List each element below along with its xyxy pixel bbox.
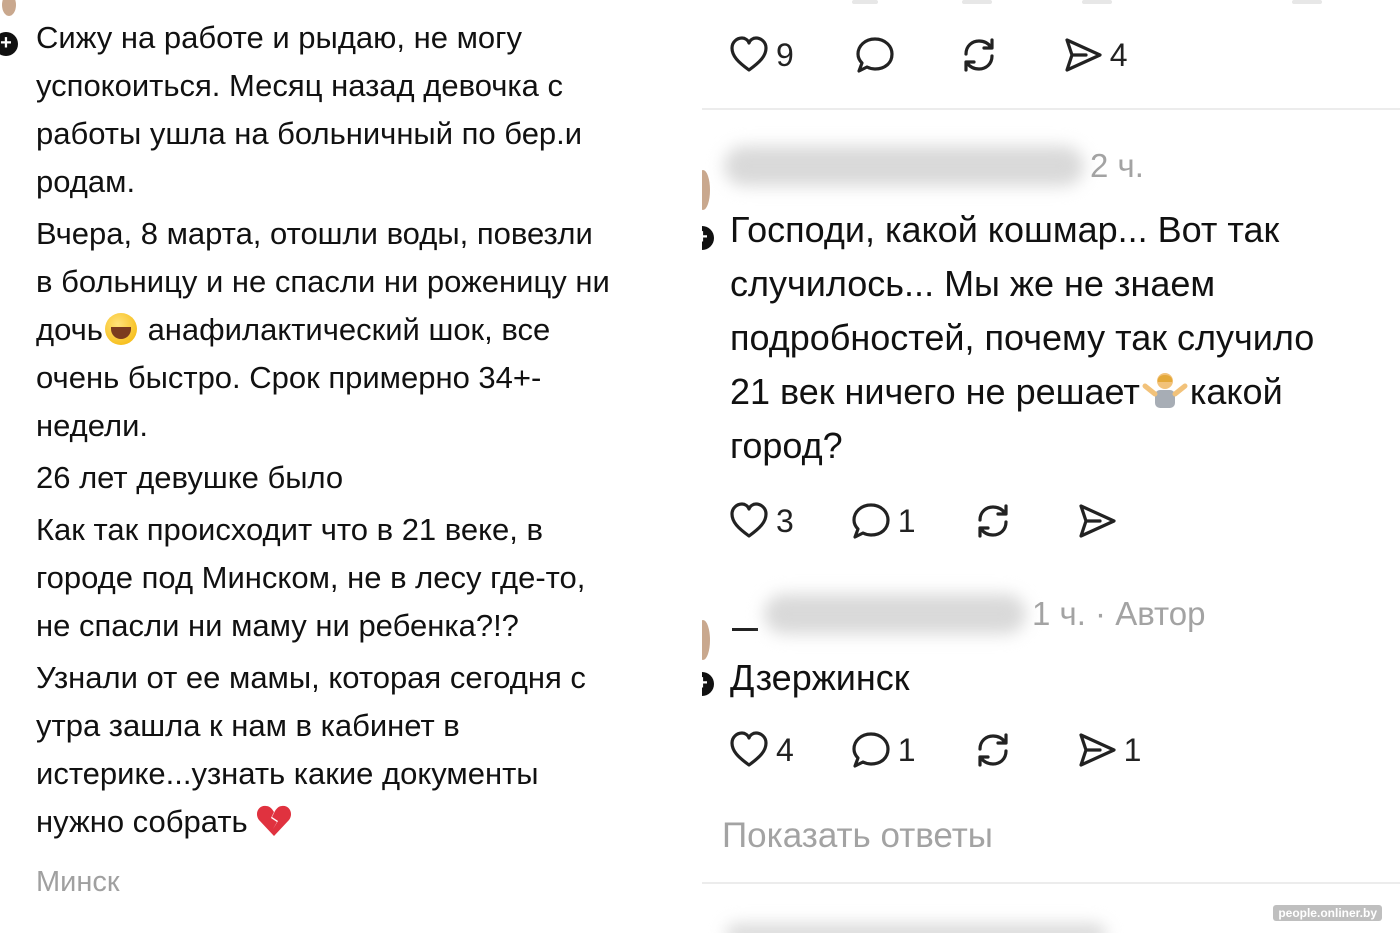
author-avatar[interactable] (2, 0, 16, 16)
like-count: 3 (776, 502, 794, 539)
send-icon (1078, 504, 1116, 538)
reply-button[interactable]: 1 (850, 729, 916, 771)
share-count: 1 (1123, 731, 1142, 768)
post-action-bar: 9 4 (728, 34, 1184, 76)
post-body: Сижу на работе и рыдаю, не могу успокоит… (36, 14, 701, 850)
post-paragraph: Вчера, 8 марта, отошли воды, повезли в б… (36, 216, 610, 443)
post-paragraph: Как так происходит что в 21 веке, в горо… (36, 512, 586, 643)
speech-bubble-icon (852, 732, 890, 768)
like-count: 9 (776, 36, 794, 73)
heart-icon (730, 502, 768, 538)
cropped-top-mark (962, 0, 992, 4)
repost-icon (964, 38, 994, 72)
heart-icon (730, 36, 768, 72)
comment-text: Господи, какой кошмар... Вот так случило… (730, 209, 1315, 466)
person-shrugging-icon (1142, 373, 1188, 408)
repost-button[interactable] (958, 34, 1006, 76)
comment-text: Дзержинск (730, 657, 910, 698)
post-location[interactable]: Минск (36, 866, 120, 899)
cropped-top-mark (1292, 0, 1322, 4)
reply-count: 1 (897, 731, 916, 768)
comment-button[interactable] (854, 34, 902, 76)
commenter-name-blurred[interactable] (724, 146, 1084, 186)
like-button[interactable]: 9 (728, 34, 794, 76)
commenter-name-blurred[interactable] (764, 594, 1026, 634)
post-paragraph: Узнали от ее мамы, которая сегодня с утр… (36, 660, 586, 839)
commenter-avatar[interactable] (702, 620, 710, 660)
reply-button[interactable]: 1 (850, 500, 916, 542)
share-button[interactable] (1076, 500, 1124, 542)
follow-plus-icon[interactable]: + (702, 226, 714, 250)
like-button[interactable]: 3 (728, 500, 794, 542)
repost-button[interactable] (972, 500, 1020, 542)
crying-face-icon (104, 313, 137, 345)
like-button[interactable]: 4 (728, 729, 794, 771)
speech-bubble-icon (852, 503, 890, 539)
comment-action-bar: 3 1 (728, 500, 1180, 542)
post-paragraph: 26 лет девушке было (36, 460, 344, 495)
section-divider (702, 108, 1400, 110)
cropped-top-mark (852, 0, 878, 4)
show-replies-link[interactable]: Показать ответы (722, 816, 993, 856)
broken-heart-icon (256, 805, 291, 836)
follow-plus-icon[interactable]: + (0, 32, 18, 56)
comment-action-bar: 4 1 1 (728, 729, 1197, 771)
send-icon (1065, 38, 1102, 72)
comments-panel: 9 4 2 ч. + Господи, какой кошмар... Вот … (702, 0, 1400, 933)
cropped-action-bar (30, 924, 450, 933)
post-panel: + Сижу на работе и рыдаю, не могу успоко… (0, 0, 702, 933)
repost-button[interactable] (972, 729, 1020, 771)
section-divider (702, 882, 1400, 884)
follow-plus-icon[interactable]: + (702, 672, 714, 696)
commenter-avatar[interactable] (702, 170, 710, 210)
next-commenter-name-blurred[interactable] (726, 924, 1106, 933)
comment-time: 1 ч. · Автор (1032, 595, 1206, 632)
speech-bubble-icon (856, 37, 894, 73)
comment-time: 2 ч. (1090, 147, 1144, 184)
share-button[interactable]: 1 (1076, 729, 1142, 771)
share-count: 4 (1109, 36, 1128, 73)
author-thread-dash (732, 628, 758, 631)
share-button[interactable]: 4 (1062, 34, 1128, 76)
heart-icon (730, 731, 768, 767)
repost-icon (977, 733, 1008, 767)
send-icon (1078, 733, 1116, 767)
cropped-top-mark (1082, 0, 1112, 4)
like-count: 4 (776, 731, 794, 768)
post-paragraph: Сижу на работе и рыдаю, не могу успокоит… (36, 20, 583, 199)
repost-icon (977, 504, 1008, 538)
watermark: people.onliner.by (1273, 905, 1382, 921)
reply-count: 1 (897, 502, 916, 539)
